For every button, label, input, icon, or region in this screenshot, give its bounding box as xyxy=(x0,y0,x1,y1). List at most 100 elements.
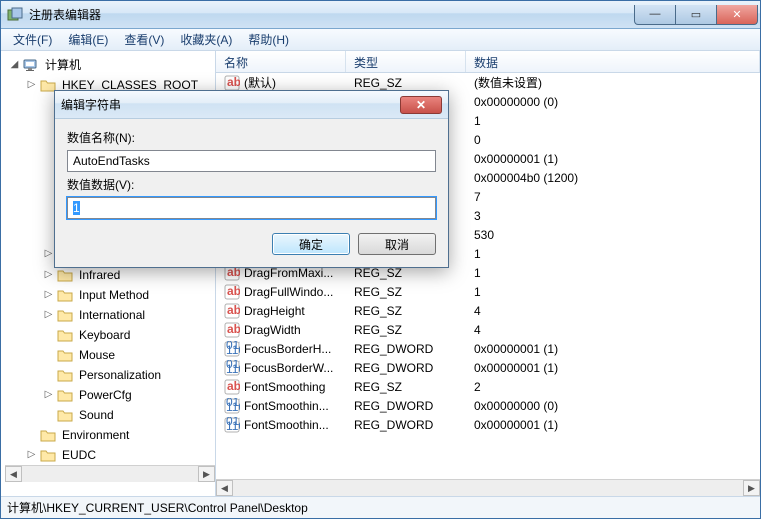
str-value-icon xyxy=(224,379,240,395)
col-type[interactable]: 类型 xyxy=(346,51,466,72)
cell-data: 0x000004b0 (1200) xyxy=(466,171,760,185)
folder-icon xyxy=(40,428,56,442)
cell-data: 0x00000000 (0) xyxy=(466,95,760,109)
tree-environment[interactable]: Environment xyxy=(24,425,215,445)
tree-item-label: Input Method xyxy=(76,286,152,304)
value-row[interactable]: FontSmoothin... REG_DWORD 0x00000001 (1) xyxy=(216,415,760,434)
tree-item-keyboard[interactable]: Keyboard xyxy=(41,325,215,345)
tree-item-international[interactable]: ▷ International xyxy=(41,305,215,325)
expand-icon[interactable]: ▷ xyxy=(26,80,37,91)
tree-eudc[interactable]: ▷ EUDC xyxy=(24,445,215,465)
scroll-right-icon[interactable]: ▶ xyxy=(743,480,760,496)
cell-name: FocusBorderH... xyxy=(216,341,346,357)
cell-data: (数值未设置) xyxy=(466,74,760,91)
col-name[interactable]: 名称 xyxy=(216,51,346,72)
cell-name: DragHeight xyxy=(216,303,346,319)
close-button[interactable]: ✕ xyxy=(716,5,758,25)
tree-item-infrared[interactable]: ▷ Infrared xyxy=(41,265,215,285)
tree-item-label: Mouse xyxy=(76,346,118,364)
titlebar[interactable]: 注册表编辑器 — ▭ ✕ xyxy=(1,1,760,29)
expand-icon[interactable]: ▷ xyxy=(43,310,54,321)
cell-data: 0x00000001 (1) xyxy=(466,342,760,356)
scroll-left-icon[interactable]: ◀ xyxy=(216,480,233,496)
str-value-icon xyxy=(224,75,240,91)
menu-view[interactable]: 查看(V) xyxy=(116,29,172,50)
cell-type: REG_SZ xyxy=(346,285,466,299)
folder-icon xyxy=(40,448,56,462)
computer-icon xyxy=(23,58,39,72)
tree-root[interactable]: ◢ 计算机 xyxy=(7,55,215,75)
tree-item-label: Infrared xyxy=(76,266,123,284)
cell-type: REG_SZ xyxy=(346,304,466,318)
spacer xyxy=(26,430,37,441)
tree-item-label: Keyboard xyxy=(76,326,133,344)
cell-data: 1 xyxy=(466,285,760,299)
scroll-left-icon[interactable]: ◀ xyxy=(5,466,22,482)
value-row[interactable]: FocusBorderW... REG_DWORD 0x00000001 (1) xyxy=(216,358,760,377)
scroll-right-icon[interactable]: ▶ xyxy=(198,466,215,482)
cell-type: REG_DWORD xyxy=(346,418,466,432)
folder-icon xyxy=(57,408,73,422)
menu-file[interactable]: 文件(F) xyxy=(5,29,60,50)
dialog-titlebar[interactable]: 编辑字符串 ✕ xyxy=(55,91,448,119)
spacer xyxy=(43,330,54,341)
cell-name: (默认) xyxy=(216,74,346,91)
expand-icon[interactable]: ▷ xyxy=(43,270,54,281)
menubar: 文件(F) 编辑(E) 查看(V) 收藏夹(A) 帮助(H) xyxy=(1,29,760,51)
spacer xyxy=(43,370,54,381)
value-name-input[interactable] xyxy=(67,150,436,172)
expand-icon[interactable]: ▷ xyxy=(26,450,37,461)
dialog-close-button[interactable]: ✕ xyxy=(400,96,442,114)
tree-item-sound[interactable]: Sound xyxy=(41,405,215,425)
spacer xyxy=(43,410,54,421)
expand-icon[interactable]: ▷ xyxy=(43,249,54,260)
folder-icon xyxy=(57,268,73,282)
cell-data: 1 xyxy=(466,114,760,128)
str-value-icon xyxy=(224,303,240,319)
value-row[interactable]: DragWidth REG_SZ 4 xyxy=(216,320,760,339)
value-name-label: 数值名称(N): xyxy=(67,129,436,146)
bin-value-icon xyxy=(224,398,240,414)
edit-string-dialog[interactable]: 编辑字符串 ✕ 数值名称(N): 数值数据(V): 确定 取消 xyxy=(54,90,449,268)
cancel-button[interactable]: 取消 xyxy=(358,233,436,255)
expand-icon[interactable]: ▷ xyxy=(43,290,54,301)
cell-data: 530 xyxy=(466,228,760,242)
cell-data: 0x00000001 (1) xyxy=(466,152,760,166)
scroll-track[interactable] xyxy=(22,466,198,482)
value-row[interactable]: FontSmoothin... REG_DWORD 0x00000000 (0) xyxy=(216,396,760,415)
ok-button[interactable]: 确定 xyxy=(272,233,350,255)
col-data[interactable]: 数据 xyxy=(466,51,760,72)
tree-root-label: 计算机 xyxy=(42,56,84,74)
value-row[interactable]: DragHeight REG_SZ 4 xyxy=(216,301,760,320)
value-row[interactable]: FontSmoothing REG_SZ 2 xyxy=(216,377,760,396)
dialog-title: 编辑字符串 xyxy=(61,96,400,113)
collapse-icon[interactable]: ◢ xyxy=(9,60,20,71)
tree-item-mouse[interactable]: Mouse xyxy=(41,345,215,365)
menu-favorites[interactable]: 收藏夹(A) xyxy=(172,29,240,50)
value-row[interactable]: FocusBorderH... REG_DWORD 0x00000001 (1) xyxy=(216,339,760,358)
value-data-label: 数值数据(V): xyxy=(67,176,436,193)
menu-help[interactable]: 帮助(H) xyxy=(240,29,297,50)
maximize-button[interactable]: ▭ xyxy=(675,5,717,25)
tree-item-label: Environment xyxy=(59,426,132,444)
expand-icon[interactable]: ▷ xyxy=(43,390,54,401)
bin-value-icon xyxy=(224,360,240,376)
minimize-button[interactable]: — xyxy=(634,5,676,25)
scroll-track[interactable] xyxy=(233,480,743,496)
cell-data: 2 xyxy=(466,380,760,394)
list-header[interactable]: 名称 类型 数据 xyxy=(216,51,760,73)
tree-item-powercfg[interactable]: ▷ PowerCfg xyxy=(41,385,215,405)
cell-data: 0x00000001 (1) xyxy=(466,361,760,375)
folder-icon xyxy=(57,348,73,362)
tree-item-input method[interactable]: ▷ Input Method xyxy=(41,285,215,305)
folder-icon xyxy=(57,288,73,302)
folder-icon xyxy=(57,368,73,382)
value-row[interactable]: DragFullWindo... REG_SZ 1 xyxy=(216,282,760,301)
cell-type: REG_DWORD xyxy=(346,361,466,375)
spacer xyxy=(43,350,54,361)
menu-edit[interactable]: 编辑(E) xyxy=(60,29,116,50)
tree-hscroll[interactable]: ◀ ▶ xyxy=(5,465,215,482)
list-hscroll[interactable]: ◀ ▶ xyxy=(216,479,760,496)
tree-item-personalization[interactable]: Personalization xyxy=(41,365,215,385)
value-data-input[interactable] xyxy=(67,197,436,219)
